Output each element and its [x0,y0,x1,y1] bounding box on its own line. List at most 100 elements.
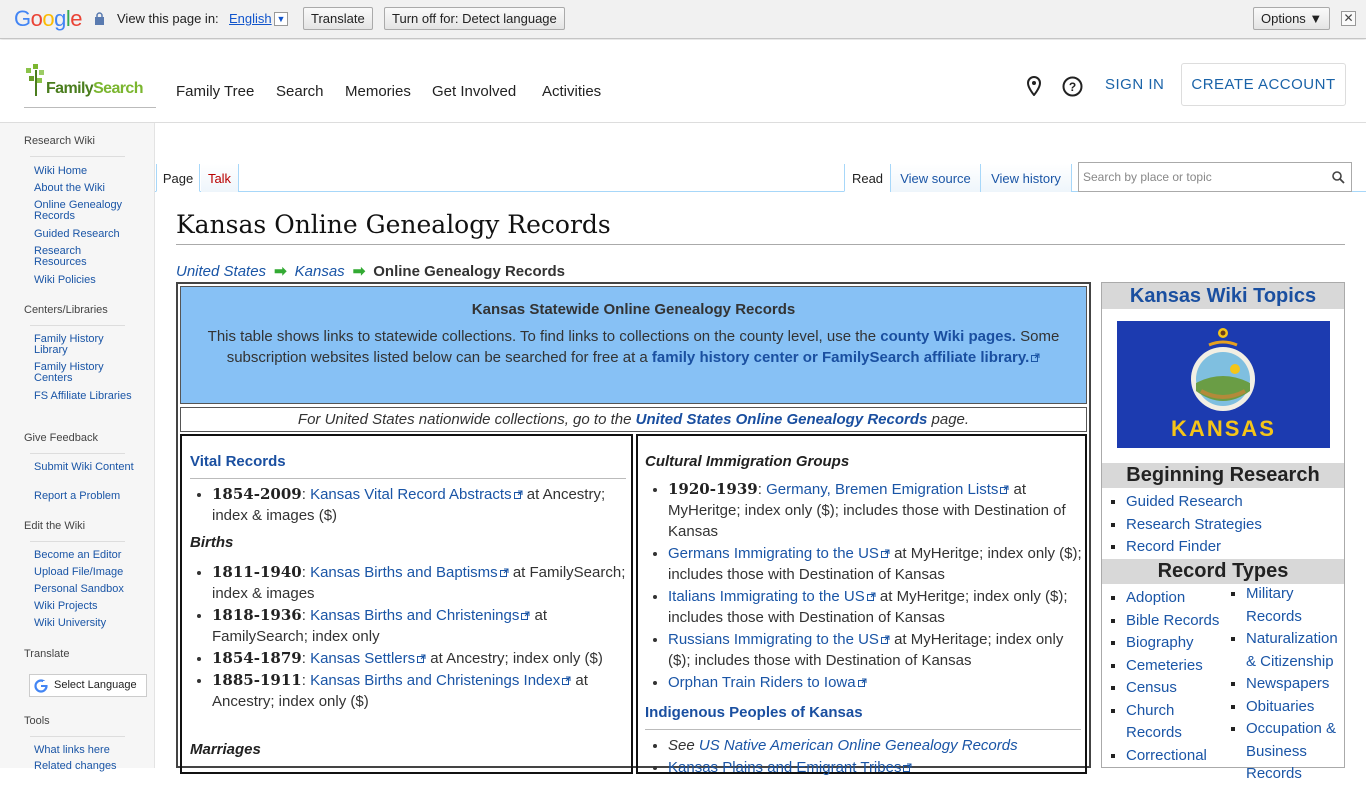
births-christenings-link[interactable]: Kansas Births and Christenings [310,607,519,624]
sidebar-item-fs-affiliate-libraries[interactable]: FS Affiliate Libraries [34,391,134,402]
record-finder-link[interactable]: Record Finder [1126,538,1221,555]
list-item: Obituaries [1246,696,1346,719]
sidebar-item-report-problem[interactable]: Report a Problem [34,491,134,502]
sidebar-item-become-editor[interactable]: Become an Editor [34,550,134,561]
intro-text-1: This table shows links to statewide coll… [207,328,881,345]
sidebar-item-about-wiki[interactable]: About the Wiki [34,183,134,194]
nav-family-tree[interactable]: Family Tree [176,83,254,100]
sidebar-item-submit-content[interactable]: Submit Wiki Content [34,462,134,473]
create-account-button[interactable]: CREATE ACCOUNT [1181,63,1346,106]
orphan-train-link[interactable]: Orphan Train Riders to Iowa [668,674,856,691]
list-item: Research Strategies [1126,514,1342,537]
tab-view-source[interactable]: View source [890,164,980,192]
beginning-list: Guided Research Research Strategies Reco… [1102,491,1342,559]
record-type-census[interactable]: Census [1126,679,1177,696]
sidebar-item-personal-sandbox[interactable]: Personal Sandbox [34,584,134,595]
breadcrumb-current: Online Genealogy Records [373,263,565,280]
tab-talk[interactable]: Talk [201,164,239,192]
lock-icon [95,12,104,25]
search-icon[interactable] [1332,171,1345,184]
sidebar-item-what-links-here[interactable]: What links here [34,745,134,756]
record-type-church[interactable]: Church Records [1126,702,1182,742]
sidebar-item-family-history-centers[interactable]: Family History Centers [34,362,134,384]
germans-immigrating-link[interactable]: Germans Immigrating to the US [668,545,879,562]
svg-text:?: ? [1069,80,1076,94]
record-type-correctional[interactable]: Correctional [1126,747,1207,764]
external-link-icon [880,549,890,558]
breadcrumb-united-states[interactable]: United States [176,263,266,280]
vital-records-heading[interactable]: Vital Records [190,453,286,470]
record-type-newspapers[interactable]: Newspapers [1246,675,1329,692]
left-column: Vital Records 1854-2009: Kansas Vital Re… [180,434,633,774]
record-types-list-right: Military Records Naturalization & Citize… [1222,583,1346,786]
list-item: Biography [1126,632,1228,655]
chevron-down-icon[interactable]: ▼ [274,12,288,26]
sidebar-item-wiki-home[interactable]: Wiki Home [34,166,134,177]
births-christenings-index-link[interactable]: Kansas Births and Christenings Index [310,672,560,689]
sidebar-heading-feedback: Give Feedback [24,432,98,444]
nav-get-involved[interactable]: Get Involved [432,83,516,100]
kansas-settlers-link[interactable]: Kansas Settlers [310,650,415,667]
nav-activities[interactable]: Activities [542,83,601,100]
language-select[interactable]: English [229,11,272,26]
select-language-dropdown[interactable]: Select Language [29,674,147,697]
indigenous-heading[interactable]: Indigenous Peoples of Kansas [645,704,863,721]
record-type-occupation[interactable]: Occupation & Business Records [1246,720,1336,782]
list-item: Adoption [1126,587,1228,610]
list-item: 1818-1936: Kansas Births and Christening… [212,605,628,647]
sidebar-item-wiki-university[interactable]: Wiki University [34,618,134,629]
external-link-icon [513,490,523,499]
help-icon[interactable]: ? [1062,76,1083,97]
record-type-cemeteries[interactable]: Cemeteries [1126,657,1203,674]
sidebar-item-research-resources[interactable]: Research Resources [34,246,134,268]
record-type-biography[interactable]: Biography [1126,634,1194,651]
record-type-naturalization[interactable]: Naturalization & Citizenship [1246,630,1338,670]
sidebar-item-wiki-policies[interactable]: Wiki Policies [34,275,134,286]
wiki-topics-box: Kansas Wiki Topics KANSAS Beginning Rese… [1101,282,1345,782]
right-column: Cultural Immigration Groups 1920-1939: G… [636,434,1087,776]
russians-immigrating-link[interactable]: Russians Immigrating to the US [668,631,879,648]
tab-read[interactable]: Read [844,164,890,192]
sign-in-link[interactable]: SIGN IN [1105,76,1164,93]
vital-abstracts-link[interactable]: Kansas Vital Record Abstracts [310,486,512,503]
list-item: Russians Immigrating to the US at MyHeri… [668,629,1082,671]
record-type-military[interactable]: Military Records [1246,585,1302,625]
options-button[interactable]: Options ▼ [1253,7,1331,30]
close-icon[interactable]: ✕ [1341,11,1356,26]
bremen-emigration-link[interactable]: Germany, Bremen Emigration Lists [766,481,998,498]
research-strategies-link[interactable]: Research Strategies [1126,516,1262,533]
guided-research-link[interactable]: Guided Research [1126,493,1243,510]
translate-button[interactable]: Translate [303,7,373,30]
family-history-center-link[interactable]: family history center or FamilySearch af… [652,349,1029,366]
italians-immigrating-link[interactable]: Italians Immigrating to the US [668,588,865,605]
tab-view-history[interactable]: View history [980,164,1072,192]
sidebar-item-related-changes[interactable]: Related changes [34,761,134,772]
record-type-adoption[interactable]: Adoption [1126,589,1185,606]
record-types-heading: Record Types [1102,559,1344,584]
turn-off-button[interactable]: Turn off for: Detect language [384,7,565,30]
record-type-obituaries[interactable]: Obituaries [1246,698,1314,715]
births-baptisms-link[interactable]: Kansas Births and Baptisms [310,564,498,581]
breadcrumb-kansas[interactable]: Kansas [295,263,345,280]
sidebar-item-wiki-projects[interactable]: Wiki Projects [34,601,134,612]
births-heading: Births [190,534,234,551]
external-link-icon [499,568,509,577]
nav-memories[interactable]: Memories [345,83,411,100]
location-pin-icon[interactable] [1026,76,1042,96]
sidebar-item-guided-research[interactable]: Guided Research [34,229,134,240]
arrow-right-icon: ➡ [352,263,366,280]
external-link-icon [562,676,571,685]
county-wiki-link[interactable]: county Wiki pages. [880,328,1016,345]
sidebar-item-online-genealogy-records[interactable]: Online Genealogy Records [34,200,134,222]
us-online-records-link[interactable]: United States Online Genealogy Records [636,411,928,428]
external-link-icon [521,611,530,620]
search-input[interactable]: Search by place or topic [1078,162,1352,192]
sidebar-item-family-history-library[interactable]: Family History Library [34,334,134,356]
tab-page[interactable]: Page [156,164,200,192]
sidebar-item-upload-file[interactable]: Upload File/Image [34,567,134,578]
us-native-american-link[interactable]: US Native American Online Genealogy Reco… [699,737,1018,754]
wiki-topics-title[interactable]: Kansas Wiki Topics [1102,283,1344,309]
nav-search[interactable]: Search [276,83,324,100]
record-type-bible[interactable]: Bible Records [1126,612,1219,629]
familysearch-logo[interactable]: FamilySearch [24,64,156,108]
